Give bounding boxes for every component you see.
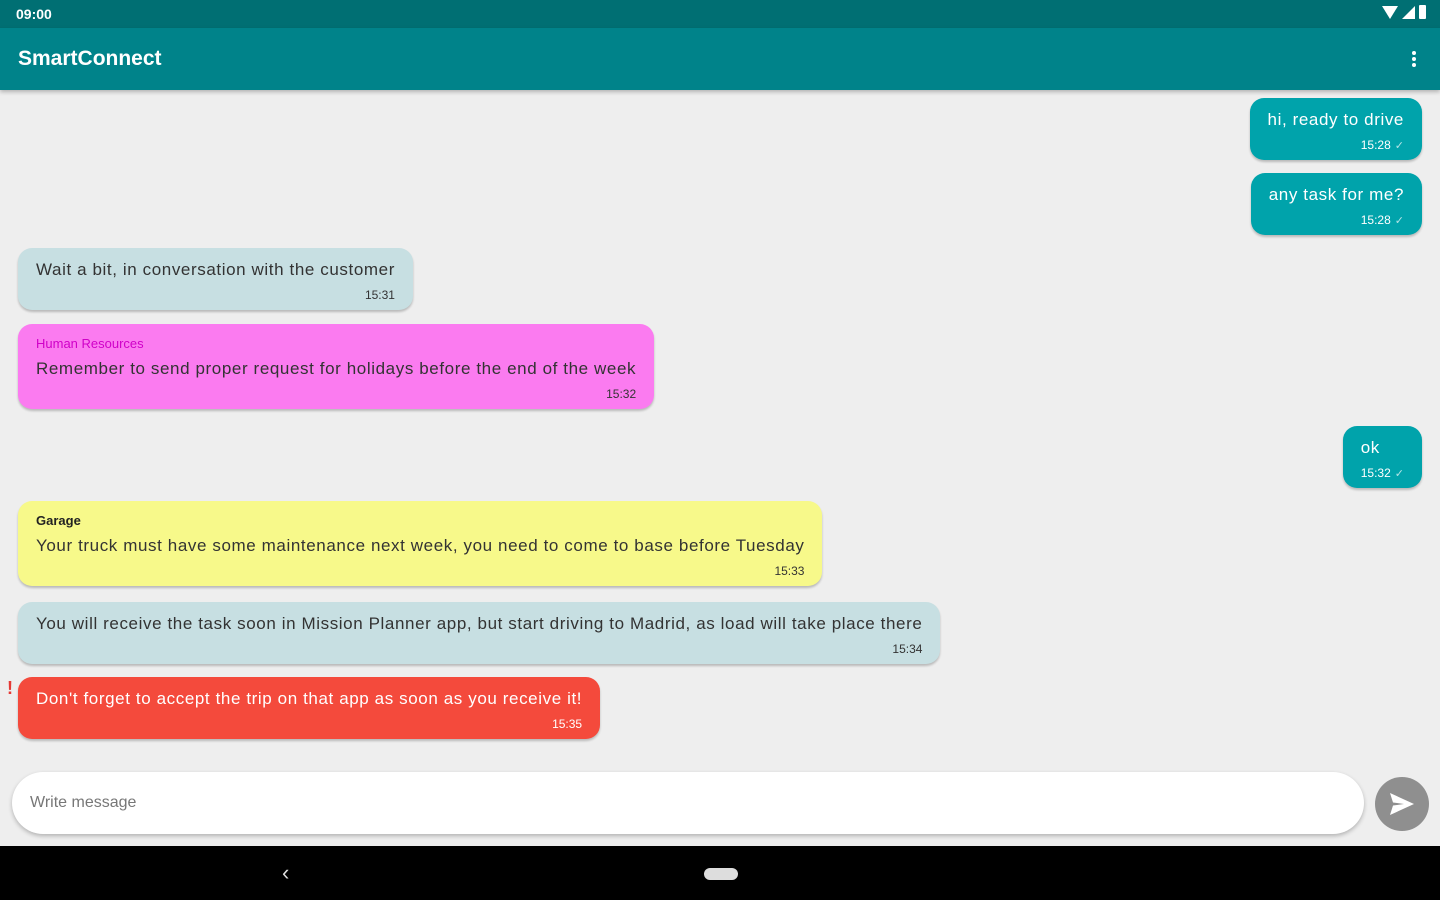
system-nav-bar: ‹ [0, 846, 1440, 900]
status-icons [1382, 5, 1426, 19]
more-vert-icon[interactable] [1406, 48, 1422, 70]
message-time: 15:34 [892, 642, 923, 656]
message-time: 15:28 ✓ [1360, 138, 1404, 152]
message-text: You will receive the task soon in Missio… [36, 614, 923, 633]
message-bubble-outgoing[interactable]: any task for me? 15:28 ✓ [1250, 173, 1422, 235]
send-icon [1390, 793, 1414, 815]
message-bubble-outgoing[interactable]: ok 15:32 ✓ [1342, 426, 1422, 488]
message-time: 15:32 ✓ [1360, 466, 1404, 480]
message-bubble-garage[interactable]: Garage Your truck must have some mainten… [18, 501, 823, 586]
sent-check-icon: ✓ [1394, 215, 1404, 227]
message-bubble-alert[interactable]: Don't forget to accept the trip on that … [18, 677, 601, 739]
sent-check-icon: ✓ [1394, 468, 1404, 480]
priority-alert-icon: ! [7, 678, 13, 698]
message-text: Don't forget to accept the trip on that … [36, 689, 583, 708]
message-text: Remember to send proper request for holi… [36, 359, 637, 378]
chat-message-list[interactable]: hi, ready to drive 15:28 ✓ any task for m… [0, 90, 1440, 770]
message-sender: Garage [36, 513, 81, 528]
message-time: 15:31 [364, 288, 395, 302]
message-text: Wait a bit, in conversation with the cus… [36, 260, 395, 279]
signal-icon [1402, 5, 1415, 19]
back-icon[interactable]: ‹ [282, 860, 289, 886]
message-text: Your truck must have some maintenance ne… [36, 536, 805, 555]
message-composer [12, 772, 1364, 834]
message-bubble-incoming[interactable]: You will receive the task soon in Missio… [18, 602, 941, 664]
message-bubble-hr[interactable]: Human Resources Remember to send proper … [18, 324, 655, 409]
app-title: SmartConnect [18, 47, 162, 70]
wifi-icon [1382, 5, 1398, 19]
status-bar: 09:00 [0, 0, 1440, 28]
sent-check-icon: ✓ [1394, 140, 1404, 152]
message-bubble-incoming[interactable]: Wait a bit, in conversation with the cus… [18, 248, 413, 310]
message-text: hi, ready to drive [1267, 110, 1404, 129]
status-time: 09:00 [16, 6, 52, 22]
home-pill-icon[interactable] [704, 868, 738, 880]
message-text: any task for me? [1268, 185, 1404, 204]
app-bar: SmartConnect [0, 28, 1440, 90]
battery-icon [1419, 5, 1426, 19]
send-button[interactable] [1375, 777, 1429, 831]
message-time: 15:28 ✓ [1360, 213, 1404, 227]
message-bubble-outgoing[interactable]: hi, ready to drive 15:28 ✓ [1249, 98, 1422, 160]
message-time: 15:32 [606, 387, 637, 401]
message-text: ok [1360, 438, 1380, 457]
message-sender: Human Resources [36, 336, 144, 351]
message-input[interactable] [30, 772, 1340, 834]
message-time: 15:33 [774, 564, 805, 578]
message-time: 15:35 [552, 717, 583, 731]
